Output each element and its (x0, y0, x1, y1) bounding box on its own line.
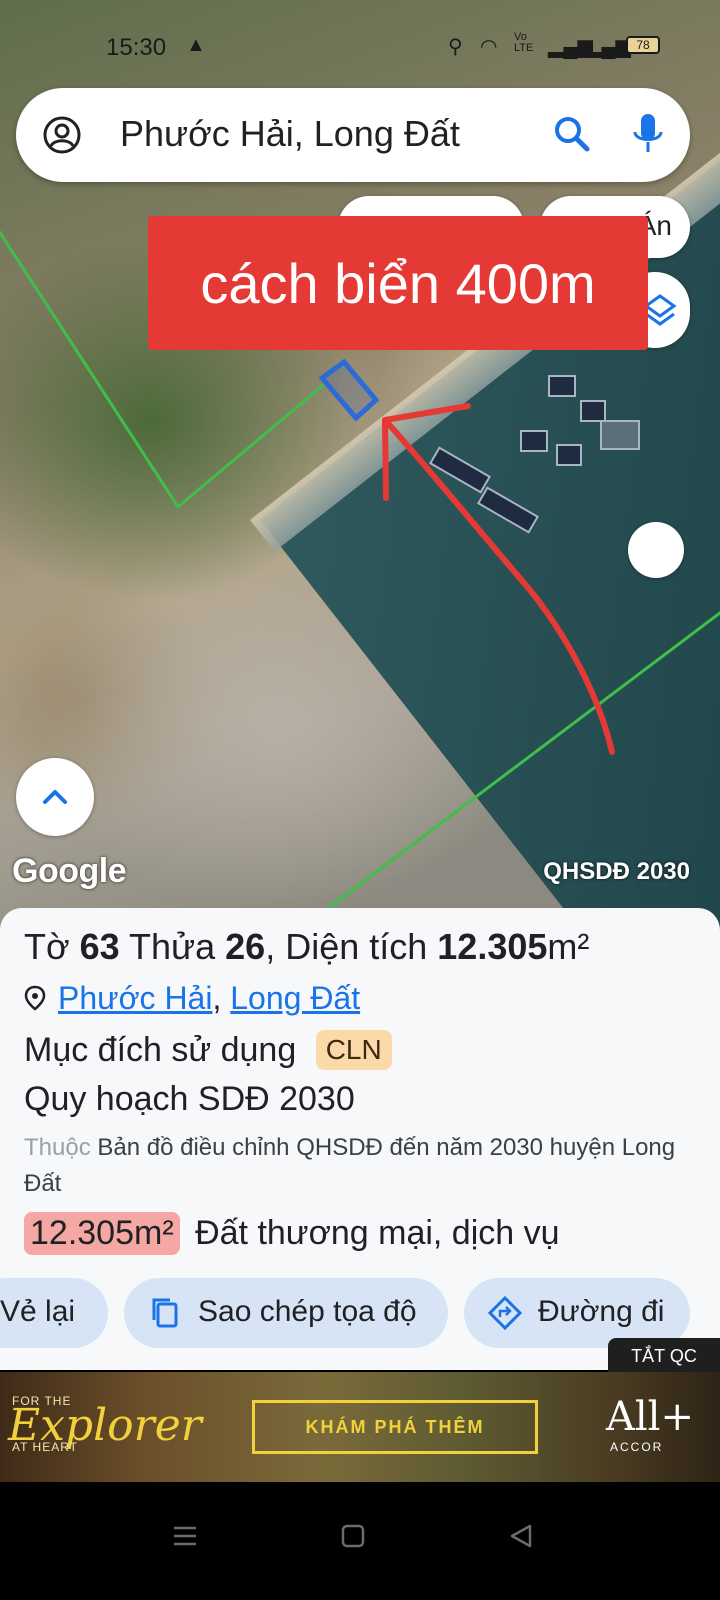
close-ad-button[interactable]: TẮT QC (608, 1338, 720, 1374)
copy-coords-button[interactable]: Sao chép tọa độ (124, 1278, 448, 1348)
search-icon[interactable] (552, 114, 592, 154)
district-link[interactable]: Long Đất (230, 980, 360, 1016)
redraw-label: Vẻ lại (0, 1295, 76, 1328)
arrow-head-left (382, 417, 389, 501)
redraw-button[interactable]: Vẻ lại (0, 1278, 108, 1348)
parcel-title: Tờ 63 Thửa 26, Diện tích 12.305m² (24, 926, 589, 968)
status-time: 15:30 (106, 34, 167, 61)
purpose-code-badge: CLN (315, 1030, 392, 1070)
parcel-label: Thửa (119, 926, 226, 967)
location-pin-icon (24, 985, 46, 1011)
ad-brand-logo: All+ (606, 1394, 694, 1440)
system-nav-bar (0, 1482, 720, 1600)
parcel-number: 26 (225, 926, 266, 967)
plan-title: Quy hoạch SDĐ 2030 (24, 1080, 355, 1118)
parcel-info-sheet: Tờ 63 Thửa 26, Diện tích 12.305m² Phước … (0, 908, 720, 1370)
back-icon[interactable] (508, 1524, 534, 1548)
plan-layer-tag: QHSDĐ 2030 (543, 858, 690, 885)
map-view[interactable]: 15:30 ▲ ⚲ ◠ Vo LTE ▂▄▆ ▂▄▆ 78 Phước Hải,… (0, 0, 720, 940)
arrow-line (382, 417, 615, 755)
parcel-outline (318, 358, 380, 422)
directions-icon (488, 1296, 522, 1330)
zone-area-badge: 12.305m² (24, 1212, 180, 1255)
chevron-up-icon (43, 790, 67, 804)
menu-icon[interactable] (172, 1524, 198, 1548)
directions-label: Đường đi (538, 1295, 665, 1328)
area-value: 12.305 (437, 926, 548, 967)
purpose-label: Mục đích sử dụng (24, 1031, 297, 1069)
belong-label: Thuộc (24, 1134, 91, 1161)
location-icon: ⚲ (448, 36, 463, 58)
distance-banner: cách biển 400m (148, 216, 648, 350)
area-label: , Diện tích (265, 926, 438, 967)
zone-row: 12.305m² Đất thương mại, dịch vụ (24, 1212, 560, 1255)
ad-cta-button[interactable]: KHÁM PHÁ THÊM (252, 1400, 538, 1454)
wifi-icon: ◠ (480, 36, 498, 58)
ad-brand-sub: ACCOR (610, 1440, 664, 1454)
zone-name: Đất thương mại, dịch vụ (195, 1214, 560, 1252)
account-icon[interactable] (42, 115, 82, 155)
copy-coords-label: Sao chép tọa độ (198, 1295, 417, 1328)
sheet-label: Tờ (24, 926, 80, 967)
ad-banner[interactable]: FOR THE Explorer AT HEART KHÁM PHÁ THÊM … (0, 1372, 720, 1482)
area-unit: m² (547, 926, 590, 967)
land-purpose-row: Mục đích sử dụng CLN (24, 1030, 392, 1070)
belong-text: Bản đồ điều chỉnh QHSDĐ đến năm 2030 huy… (24, 1134, 676, 1197)
search-query[interactable]: Phước Hải, Long Đất (120, 113, 460, 155)
signal-icon: ▂▄▆ (586, 36, 631, 58)
status-bar: 15:30 ▲ ⚲ ◠ Vo LTE ▂▄▆ ▂▄▆ 78 (0, 0, 720, 90)
copy-icon (152, 1298, 178, 1328)
compass-button[interactable] (628, 522, 684, 578)
home-icon[interactable] (340, 1524, 366, 1548)
search-bar[interactable]: Phước Hải, Long Đất (16, 88, 690, 182)
location-row: Phước Hải, Long Đất (24, 980, 360, 1017)
volte-icon: Vo LTE (514, 31, 534, 54)
microphone-icon[interactable] (628, 112, 668, 156)
arrow-head-right (382, 403, 471, 423)
expand-up-button[interactable] (16, 758, 94, 836)
battery-icon: 78 (626, 36, 660, 54)
separator: , (212, 980, 231, 1016)
sheet-number: 63 (79, 926, 120, 967)
ward-link[interactable]: Phước Hải (58, 980, 212, 1016)
plan-source: Thuộc Bản đồ điều chỉnh QHSDĐ đến năm 20… (24, 1130, 694, 1202)
ad-heart-text: AT HEART (12, 1440, 79, 1454)
google-logo: Google (12, 852, 127, 890)
fire-icon: ▲ (186, 34, 206, 56)
